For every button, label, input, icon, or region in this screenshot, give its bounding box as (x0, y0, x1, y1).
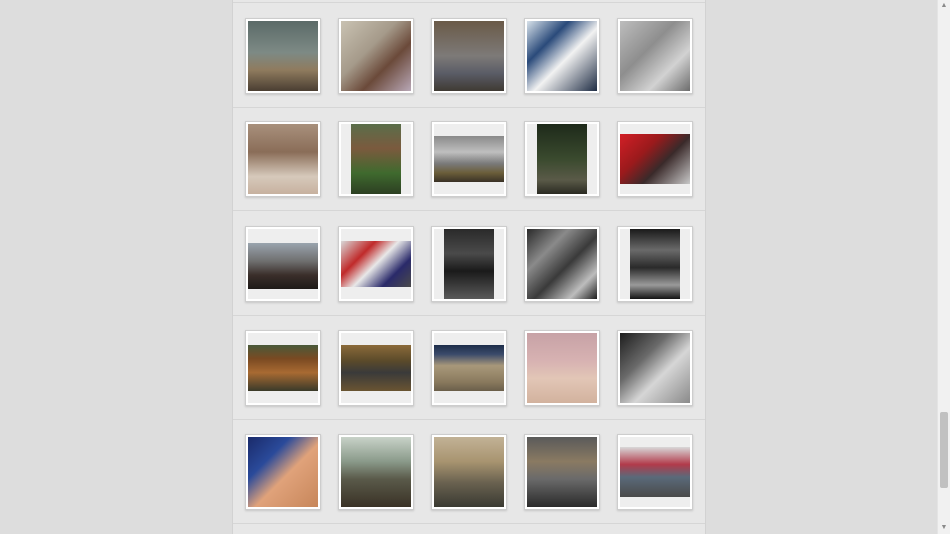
thumbnail-mat (527, 333, 597, 403)
thumbnail-mat (248, 333, 318, 403)
thumb-stone-relief[interactable] (431, 330, 507, 406)
thumb-baby-feet[interactable] (245, 434, 321, 510)
thumb-holding-hands[interactable] (617, 330, 693, 406)
thumbnail-image (527, 333, 597, 403)
thumbnail-mat (341, 124, 411, 194)
thumbnail-image (248, 345, 318, 391)
thumbnail-image (537, 124, 587, 194)
thumbnail-image (248, 243, 318, 289)
thumbnail-mat (620, 21, 690, 91)
thumbnail-mat (527, 21, 597, 91)
thumbnail-mat (341, 333, 411, 403)
thumbnail-image (620, 134, 690, 184)
gallery-row (233, 2, 705, 108)
thumbnail-mat (341, 229, 411, 299)
thumbnail-image (248, 437, 318, 507)
thumbnail-mat (434, 437, 504, 507)
thumb-pigeons[interactable] (431, 18, 507, 94)
thumbnail-mat (527, 229, 597, 299)
thumb-baby-pink-hat[interactable] (524, 330, 600, 406)
thumbnail-mat (434, 333, 504, 403)
thumbnail-image (620, 447, 690, 497)
thumbnail-image (620, 333, 690, 403)
thumbnail-mat (434, 124, 504, 194)
thumb-city-skyline[interactable] (431, 434, 507, 510)
thumbnail-image (527, 21, 597, 91)
thumb-snow-hill-tractor[interactable] (431, 121, 507, 197)
thumb-sparrows[interactable] (338, 18, 414, 94)
thumbnail-mat (620, 124, 690, 194)
thumbnail-mat (341, 437, 411, 507)
thumb-terrace-view[interactable] (338, 434, 414, 510)
thumb-kitten[interactable] (245, 121, 321, 197)
thumb-dark-window[interactable] (431, 226, 507, 302)
thumb-brick-wall[interactable] (524, 226, 600, 302)
thumbnail-image (341, 437, 411, 507)
thumbnail-image (434, 136, 504, 182)
thumb-wooden-house[interactable] (338, 121, 414, 197)
thumbnail-mat (248, 437, 318, 507)
thumb-flag-march[interactable] (338, 226, 414, 302)
gallery-row (233, 106, 705, 211)
thumb-red-flags-crowd[interactable] (617, 121, 693, 197)
thumbnail-image (434, 437, 504, 507)
thumbnail-mat (248, 124, 318, 194)
thumbnail-image (444, 229, 494, 299)
thumbnail-image (248, 21, 318, 91)
gallery-row (233, 211, 705, 316)
thumbnail-mat (434, 21, 504, 91)
thumbnail-image (630, 229, 680, 299)
thumbnail-image (434, 21, 504, 91)
thumbnail-mat (620, 229, 690, 299)
thumb-seagull-station[interactable] (524, 434, 600, 510)
thumbnail-mat (527, 124, 597, 194)
gallery-row (233, 419, 705, 524)
thumbnail-image (527, 437, 597, 507)
thumbnail-mat (434, 229, 504, 299)
thumb-protest-crowd[interactable] (245, 226, 321, 302)
thumbnail-mat (620, 333, 690, 403)
thumbnail-image (248, 124, 318, 194)
gallery-panel (232, 0, 706, 534)
scroll-up-arrow-icon[interactable]: ▲ (938, 0, 950, 12)
thumbnail-mat (527, 437, 597, 507)
thumb-harbor-birds[interactable] (245, 18, 321, 94)
thumb-graffiti-street[interactable] (617, 434, 693, 510)
thumbnail-image (341, 21, 411, 91)
thumbnail-mat (248, 229, 318, 299)
thumbnail-image (351, 124, 401, 194)
thumb-aerial-field[interactable] (617, 18, 693, 94)
thumbnail-image (434, 345, 504, 391)
thumb-wooden-door[interactable] (245, 330, 321, 406)
thumbnail-image (341, 345, 411, 391)
thumb-blue-cat[interactable] (524, 18, 600, 94)
thumbnail-image (620, 21, 690, 91)
thumbnail-image (341, 241, 411, 287)
thumb-forest-path[interactable] (524, 121, 600, 197)
thumbnail-mat (248, 21, 318, 91)
gallery-row (233, 315, 705, 420)
thumb-arched-window[interactable] (338, 330, 414, 406)
scroll-down-arrow-icon[interactable]: ▼ (938, 522, 950, 534)
thumbnail-image (527, 229, 597, 299)
scrollbar-thumb[interactable] (940, 412, 948, 488)
thumbnail-mat (341, 21, 411, 91)
thumb-arched-corridor[interactable] (617, 226, 693, 302)
vertical-scrollbar[interactable]: ▲ ▼ (937, 0, 950, 534)
thumbnail-mat (620, 437, 690, 507)
